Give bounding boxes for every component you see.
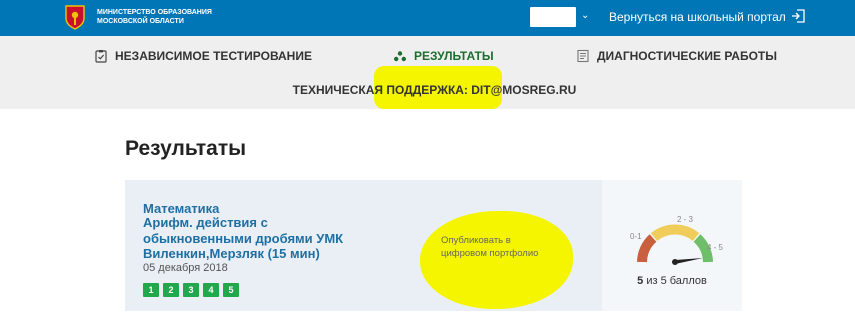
task-badge: 5 [223, 283, 239, 297]
clipboard-icon [95, 50, 107, 63]
gauge-label-high: 4 - 5 [707, 243, 724, 252]
nav-results[interactable]: РЕЗУЛЬТАТЫ [393, 46, 494, 66]
results-icon [394, 51, 406, 62]
tech-support-email[interactable]: ТЕХНИЧЕСКАЯ ПОДДЕРЖКА: DIT@MOSREG.RU [0, 83, 855, 97]
task-badge: 2 [163, 283, 179, 297]
main-navigation: НЕЗАВИСИМОЕ ТЕСТИРОВАНИЕ РЕЗУЛЬТАТЫ ДИАГ… [0, 36, 855, 109]
gauge-hub [672, 259, 678, 265]
highlight-mark [420, 211, 573, 309]
gauge-label-mid: 2 - 3 [677, 215, 694, 224]
score-text: 5 из 5 баллов [602, 275, 742, 287]
nav-label: НЕЗАВИСИМОЕ ТЕСТИРОВАНИЕ [115, 49, 312, 63]
return-to-school-portal-link[interactable]: Вернуться на школьный портал [609, 10, 786, 25]
ministry-name: МИНИСТЕРСТВО ОБРАЗОВАНИЯ МОСКОВСКОЙ ОБЛА… [97, 8, 212, 26]
ministry-line-2: МОСКОВСКОЙ ОБЛАСТИ [97, 18, 184, 25]
top-header: МИНИСТЕРСТВО ОБРАЗОВАНИЯ МОСКОВСКОЙ ОБЛА… [0, 0, 855, 36]
exit-icon[interactable] [791, 9, 805, 23]
document-icon [577, 49, 589, 63]
score-suffix: из 5 баллов [646, 275, 707, 287]
page-title: Результаты [125, 137, 247, 160]
gauge-needle [675, 258, 703, 264]
subject-name[interactable]: Математика [143, 201, 219, 216]
test-date: 05 декабря 2018 [143, 262, 228, 274]
task-badge: 1 [143, 283, 159, 297]
nav-diagnostic-works[interactable]: ДИАГНОСТИЧЕСКИЕ РАБОТЫ [576, 46, 777, 66]
task-badge: 3 [183, 283, 199, 297]
nav-independent-testing[interactable]: НЕЗАВИСИМОЕ ТЕСТИРОВАНИЕ [94, 46, 312, 66]
test-title[interactable]: Арифм. действия с обыкновенными дробями … [143, 215, 373, 262]
gauge-label-low: 0-1 [630, 232, 642, 241]
score-gauge: 0-1 2 - 3 4 - 5 [630, 215, 724, 265]
task-badge: 4 [203, 283, 219, 297]
task-badges: 1 2 3 4 5 [143, 283, 239, 297]
user-account-box[interactable] [530, 7, 576, 27]
chevron-down-icon[interactable]: ⌄ [581, 10, 589, 22]
ministry-line-1: МИНИСТЕРСТВО ОБРАЗОВАНИЯ [97, 9, 212, 16]
publish-to-portfolio-link[interactable]: Опубликовать в цифровом портфолио [441, 234, 541, 260]
nav-label: ДИАГНОСТИЧЕСКИЕ РАБОТЫ [597, 49, 778, 63]
score-value: 5 [637, 275, 644, 287]
nav-label: РЕЗУЛЬТАТЫ [414, 49, 494, 63]
coat-of-arms-logo[interactable] [64, 4, 86, 30]
